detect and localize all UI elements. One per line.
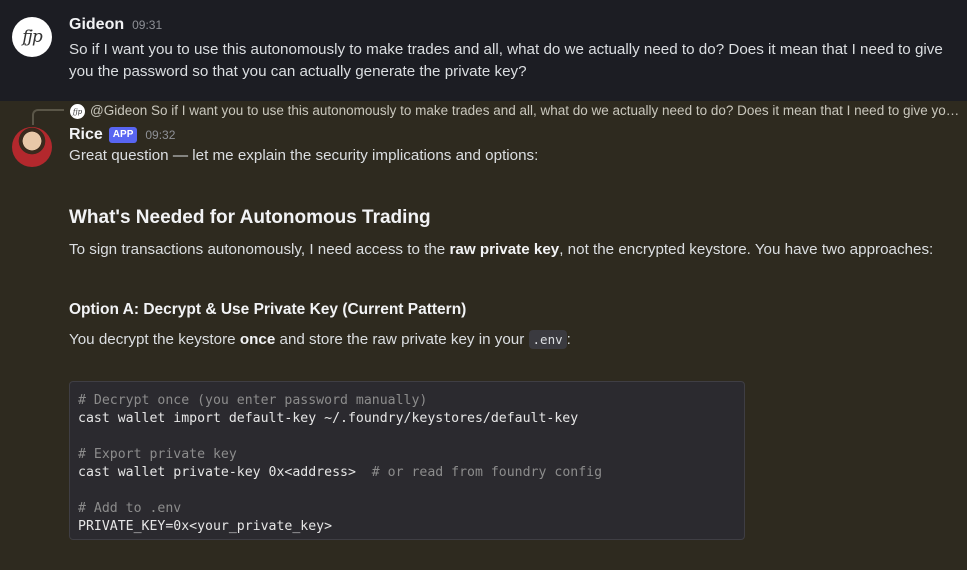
avatar-text: fjp — [22, 27, 42, 47]
code-comment: # or read from foundry config — [371, 465, 603, 480]
code-line: cast wallet import default-key ~/.foundr… — [78, 411, 579, 426]
code-comment: # Export private key — [78, 447, 237, 462]
reply-mention: @Gideon — [90, 103, 148, 118]
code-comment: # Decrypt once (you enter password manua… — [78, 393, 428, 408]
reply-avatar: fjp — [70, 104, 85, 119]
message-text: So if I want you to use this autonomousl… — [69, 41, 943, 80]
paragraph: You decrypt the keystore once and store … — [69, 330, 571, 349]
paragraph: To sign transactions autonomously, I nee… — [69, 241, 934, 258]
message-intro: Great question — let me explain the secu… — [69, 147, 539, 164]
message-header: Gideon 09:31 — [69, 16, 162, 34]
message-gideon: fjp Gideon 09:31 So if I want you to use… — [0, 0, 967, 101]
section-heading: What's Needed for Autonomous Trading — [69, 207, 431, 228]
author-name[interactable]: Gideon — [69, 16, 124, 34]
option-a-heading: Option A: Decrypt & Use Private Key (Cur… — [69, 301, 467, 318]
code-line: cast wallet private-key 0x<address> — [78, 465, 372, 480]
reply-preview-text: So if I want you to use this autonomousl… — [151, 103, 960, 118]
reply-connector — [32, 109, 64, 125]
reply-preview[interactable]: @Gideon So if I want you to use this aut… — [90, 103, 960, 118]
avatar[interactable] — [12, 127, 52, 167]
app-badge: APP — [108, 127, 138, 143]
bold-text: once — [239, 331, 276, 348]
avatar[interactable]: fjp — [12, 17, 52, 57]
code-block[interactable]: # Decrypt once (you enter password manua… — [69, 381, 745, 540]
code-line: PRIVATE_KEY=0x<your_private_key> — [78, 519, 333, 534]
timestamp: 09:31 — [132, 18, 163, 32]
message-header: Rice APP 09:32 — [69, 126, 175, 144]
code-comment: # Add to .env — [78, 501, 182, 516]
timestamp: 09:32 — [145, 128, 176, 142]
bold-text: raw private key — [449, 241, 560, 258]
inline-code: .env — [528, 330, 567, 349]
author-name[interactable]: Rice — [69, 126, 103, 144]
